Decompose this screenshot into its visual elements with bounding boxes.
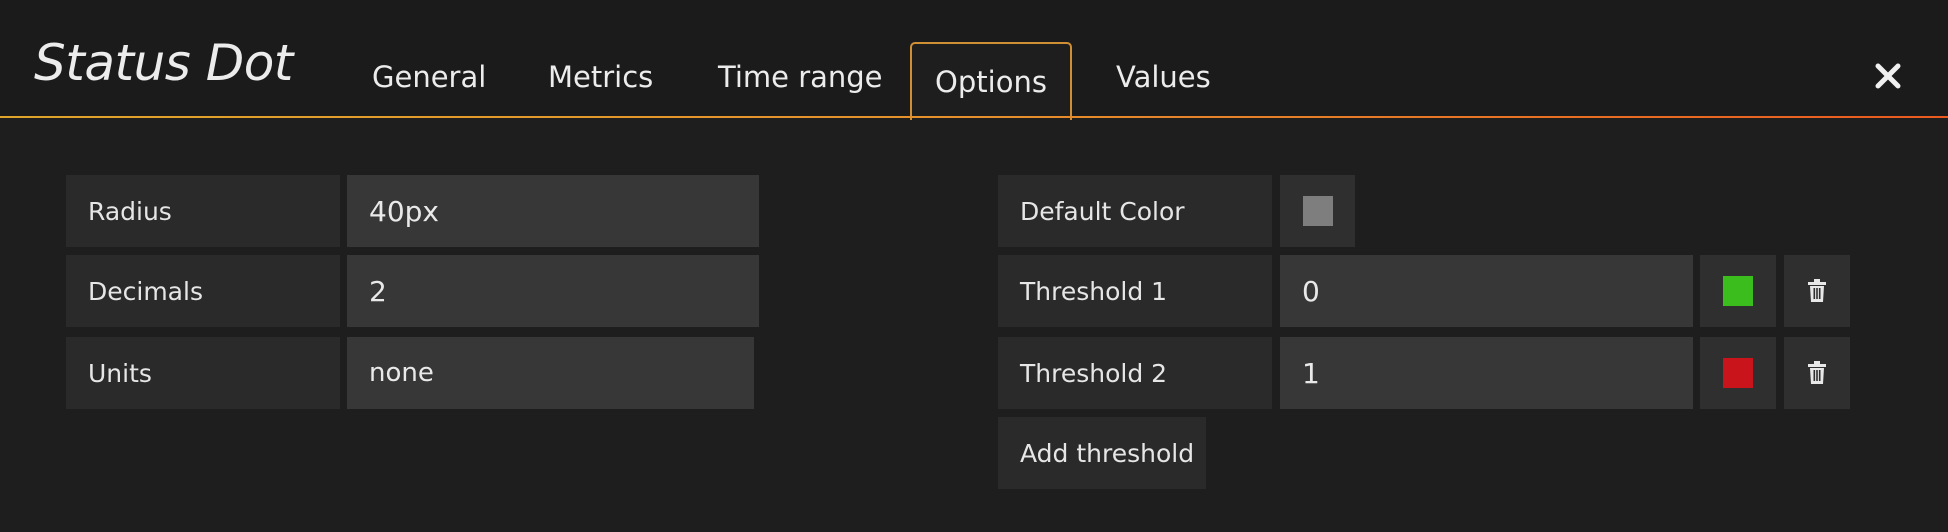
- threshold-2-color-swatch: [1723, 358, 1753, 388]
- decimals-label: Decimals: [66, 255, 340, 327]
- default-color-picker[interactable]: [1280, 175, 1355, 247]
- tab-values[interactable]: Values: [1116, 60, 1211, 94]
- default-color-swatch: [1302, 196, 1333, 226]
- threshold-1-color-swatch: [1723, 276, 1753, 306]
- panel-title: Status Dot: [34, 34, 293, 92]
- threshold-2-input[interactable]: [1280, 337, 1693, 409]
- threshold-1-label: Threshold 1: [998, 255, 1272, 327]
- decimals-input[interactable]: [347, 255, 759, 327]
- tab-options[interactable]: Options: [910, 42, 1072, 120]
- threshold-2-color-picker[interactable]: [1700, 337, 1776, 409]
- trash-icon: [1808, 361, 1826, 384]
- threshold-1-color-picker[interactable]: [1700, 255, 1776, 327]
- tab-time-range[interactable]: Time range: [718, 60, 883, 94]
- tab-general[interactable]: General: [372, 60, 486, 94]
- tab-metrics[interactable]: Metrics: [548, 60, 653, 94]
- radius-label: Radius: [66, 175, 340, 247]
- radius-input[interactable]: [347, 175, 759, 247]
- close-icon[interactable]: [1872, 60, 1904, 92]
- threshold-2-label: Threshold 2: [998, 337, 1272, 409]
- units-label: Units: [66, 337, 340, 409]
- default-color-label: Default Color: [998, 175, 1272, 247]
- threshold-1-delete-button[interactable]: [1784, 255, 1850, 327]
- units-select[interactable]: none: [347, 337, 754, 409]
- panel-editor-header: Status Dot General Metrics Time range Op…: [0, 0, 1948, 120]
- threshold-1-input[interactable]: [1280, 255, 1693, 327]
- threshold-2-delete-button[interactable]: [1784, 337, 1850, 409]
- header-divider: [0, 116, 1948, 118]
- trash-icon: [1808, 279, 1826, 302]
- add-threshold-button[interactable]: Add threshold: [998, 417, 1206, 489]
